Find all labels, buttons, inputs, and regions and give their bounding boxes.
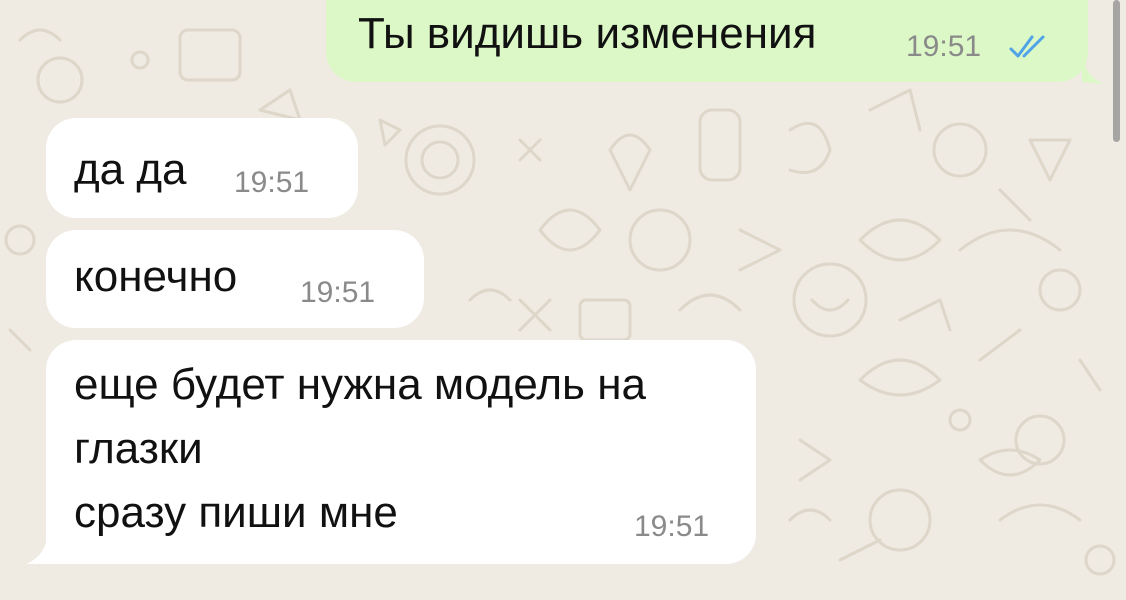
- double-check-read-icon: [1009, 35, 1045, 58]
- message-bubble-outgoing[interactable]: Ты видишь изменения 19:51: [326, 0, 1088, 82]
- outgoing-bubble-tail: [1082, 52, 1104, 84]
- message-time: 19:51: [634, 510, 710, 543]
- message-bubble-incoming[interactable]: да да 19:51: [46, 118, 358, 218]
- incoming-bubble-tail: [26, 532, 48, 564]
- message-text: Ты видишь изменения: [358, 9, 817, 58]
- message-text: да да: [74, 145, 187, 194]
- message-text: еще будет нужна модель на глазки сразу п…: [74, 360, 646, 537]
- message-text: конечно: [74, 252, 238, 301]
- message-bubble-incoming[interactable]: конечно 19:51: [46, 230, 424, 328]
- message-bubble-incoming[interactable]: еще будет нужна модель на глазки сразу п…: [46, 340, 756, 564]
- scrollbar[interactable]: [1113, 0, 1120, 142]
- message-time: 19:51: [300, 276, 376, 309]
- message-time: 19:51: [906, 30, 982, 63]
- message-time: 19:51: [234, 166, 310, 199]
